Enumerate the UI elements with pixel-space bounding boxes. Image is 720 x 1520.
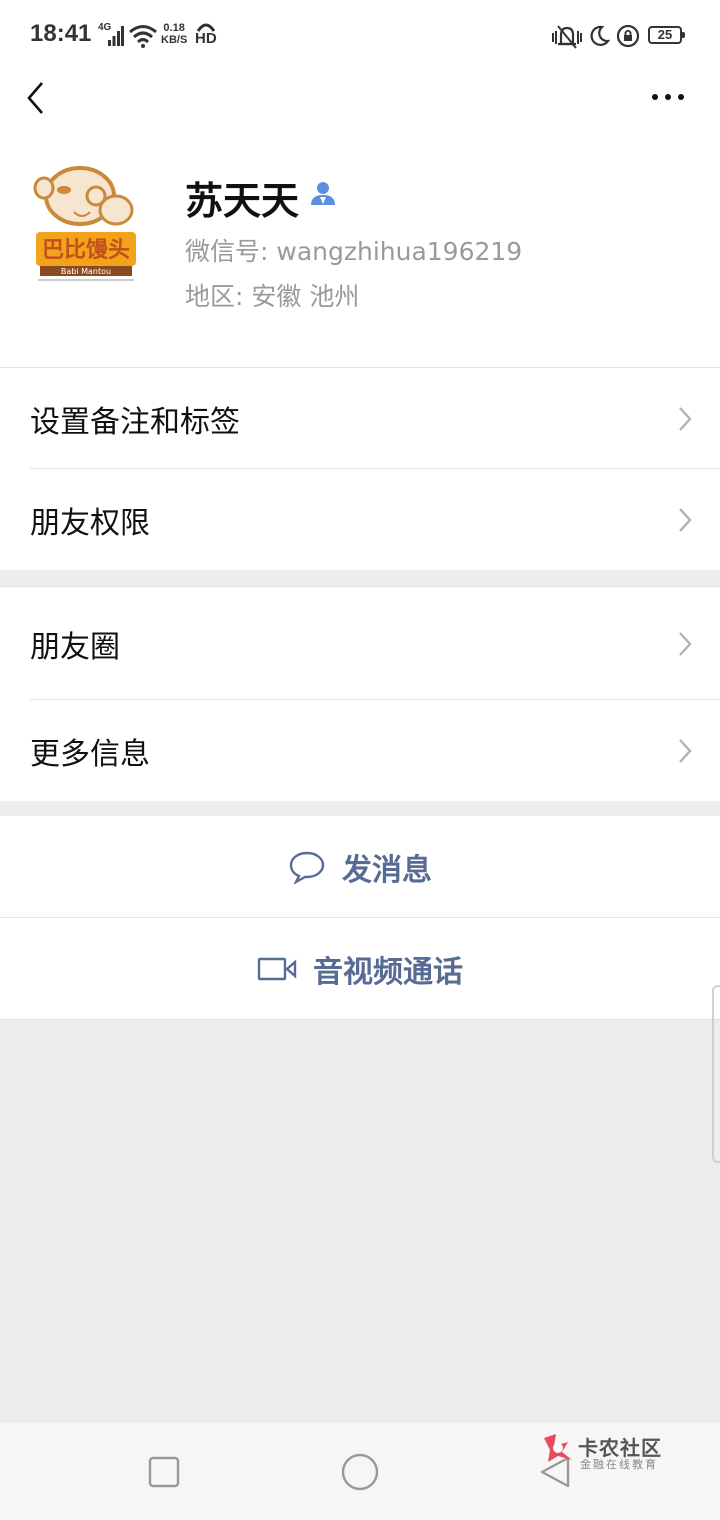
watermark-subtitle: 金融在线教育 [580, 1458, 658, 1471]
avatar-brand-subtext: Babi Mantou [61, 267, 111, 276]
menu-item-label: 朋友圈 [30, 629, 120, 665]
menu-item-friend-permissions[interactable]: 朋友权限 [0, 469, 720, 570]
menu-item-label: 设置备注和标签 [30, 404, 240, 440]
recent-apps-icon[interactable] [148, 1456, 180, 1488]
hd-label: HD [195, 30, 217, 47]
send-message-button[interactable]: 发消息 [0, 816, 720, 918]
chevron-right-icon [679, 406, 692, 431]
status-time: 18:41 [30, 20, 92, 47]
top-bar [0, 72, 720, 126]
menu-item-moments[interactable]: 朋友圈 [0, 587, 720, 700]
network-speed: 0.18 KB/S [161, 22, 187, 46]
battery-indicator: 25 [648, 26, 685, 44]
moon-icon [590, 25, 610, 46]
contact-name: 苏天天 [185, 179, 300, 223]
chevron-right-icon [679, 631, 692, 656]
profile-header: 巴比馒头 Babi Mantou 苏天天 微信号: wangzhihua1962… [0, 126, 720, 368]
chevron-right-icon [679, 738, 692, 763]
chat-bubble-icon [289, 851, 325, 885]
menu-item-remark-tags[interactable]: 设置备注和标签 [0, 368, 720, 469]
wechat-id: 微信号: wangzhihua196219 [185, 237, 523, 266]
signal-icon [108, 26, 124, 46]
home-icon[interactable] [340, 1452, 380, 1492]
avatar[interactable]: 巴比馒头 Babi Mantou [30, 164, 142, 284]
send-message-content: 发消息 [0, 845, 720, 889]
video-call-label: 音视频通话 [313, 954, 463, 990]
send-message-label: 发消息 [342, 852, 432, 888]
video-call-content: 音视频通话 [0, 947, 720, 991]
speed-unit: KB/S [161, 34, 188, 46]
edge-panel-handle[interactable] [712, 985, 720, 1163]
back-icon[interactable] [24, 80, 48, 116]
menu-item-label: 更多信息 [30, 736, 150, 772]
watermark-logo-icon [544, 1434, 572, 1462]
vibrate-icon [552, 25, 582, 49]
avatar-brand-text: 巴比馒头 [42, 237, 130, 263]
rotation-lock-icon [616, 24, 640, 48]
menu-group-2: 朋友圈 更多信息 [0, 586, 720, 801]
menu-item-more-info[interactable]: 更多信息 [0, 700, 720, 801]
chevron-right-icon [679, 507, 692, 532]
contact-region: 地区: 安徽 池州 [185, 282, 360, 311]
menu-item-label: 朋友权限 [30, 505, 150, 541]
menu-group-1: 设置备注和标签 朋友权限 [0, 368, 720, 570]
video-camera-icon [257, 957, 297, 980]
status-bar: 18:41 4G 0.18 KB/S HD 25 [0, 0, 720, 72]
speed-value: 0.18 [163, 22, 185, 34]
video-call-button[interactable]: 音视频通话 [0, 918, 720, 1020]
more-icon[interactable] [650, 92, 686, 102]
wifi-icon [129, 25, 157, 48]
verified-user-icon [311, 182, 335, 205]
